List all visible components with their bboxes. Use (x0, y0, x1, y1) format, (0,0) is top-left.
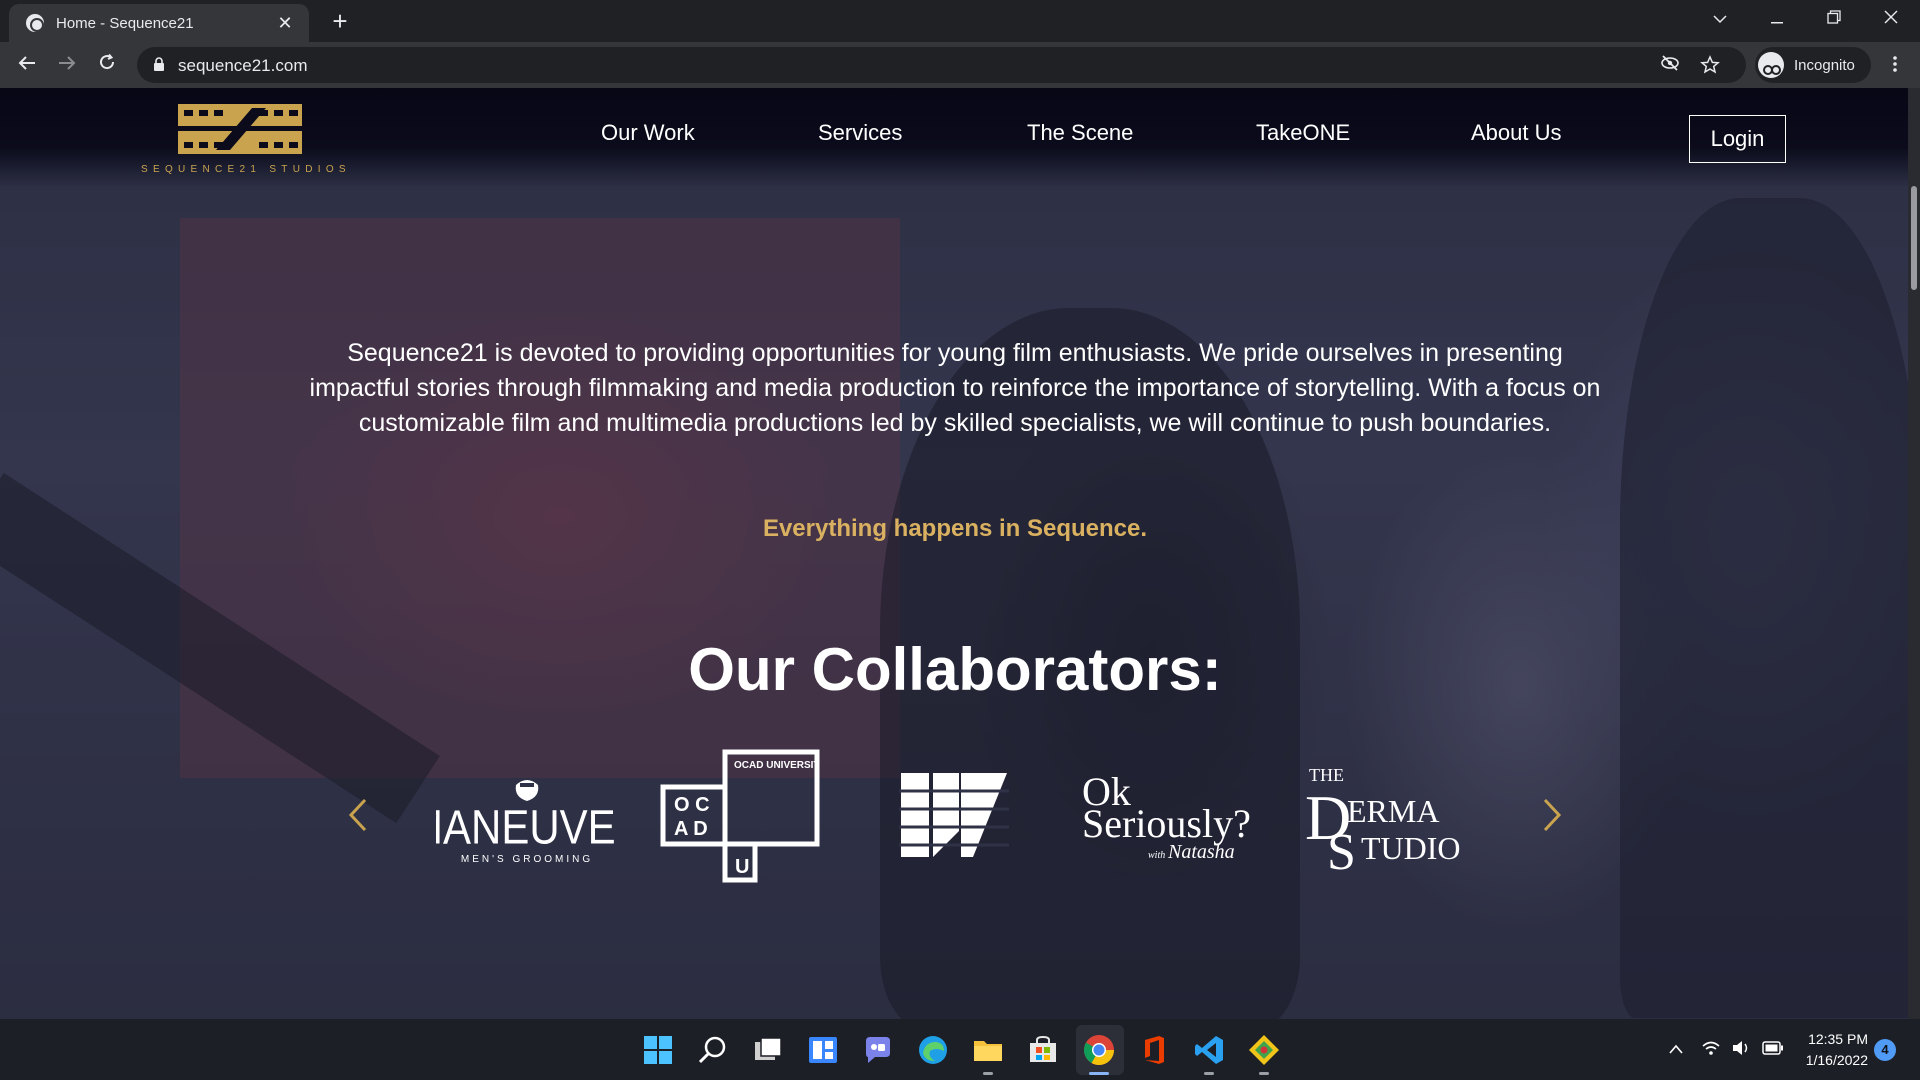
teams-chat-icon[interactable] (861, 1033, 895, 1067)
file-explorer-running-indicator (983, 1072, 993, 1075)
page-scrollbar[interactable] (1908, 88, 1920, 1019)
reload-icon (100, 53, 115, 70)
new-tab-button[interactable]: + (325, 6, 355, 36)
arrow-right-icon (59, 56, 76, 70)
git-gui-icon[interactable] (1247, 1033, 1281, 1067)
battery-icon[interactable] (1762, 1041, 1784, 1055)
tab-title: Home - Sequence21 (56, 14, 194, 32)
vscode-running-indicator (1204, 1072, 1214, 1075)
task-view-icon[interactable] (751, 1033, 785, 1067)
microsoft-store-icon[interactable] (1026, 1033, 1060, 1067)
tab-close-icon[interactable]: ✕ (273, 13, 297, 34)
svg-text:Natasha: Natasha (1167, 841, 1235, 863)
tab-search-button[interactable] (1695, 4, 1745, 36)
browser-tab-strip: Home - Sequence21 ✕ + (0, 0, 1920, 42)
minimize-button[interactable] (1752, 4, 1802, 36)
globe-icon (26, 14, 44, 32)
logo-wordmark[interactable]: SEQUENCE21 STUDIOS (141, 164, 351, 175)
carousel-prev-arrow-icon[interactable] (343, 795, 373, 835)
git-running-indicator (1259, 1072, 1269, 1075)
collaborators-heading: Our Collaborators: (688, 636, 1222, 703)
page-viewport: SEQUENCE21 STUDIOS Our Work Services The… (0, 88, 1908, 1019)
ocad-university-logo[interactable]: OCAD UNIVERSITY O C A D U (660, 749, 820, 883)
close-window-button[interactable] (1866, 4, 1916, 36)
browser-menu-button[interactable] (1880, 49, 1910, 81)
intro-paragraph: Sequence21 is devoted to providing oppor… (309, 339, 1601, 437)
taskbar-clock[interactable]: 12:35 PM 1/16/2022 (1796, 1029, 1868, 1071)
url-text[interactable]: sequence21.com (178, 56, 307, 76)
chevron-down-icon (1713, 15, 1727, 24)
svg-text:with: with (1148, 850, 1165, 861)
vscode-icon[interactable] (1192, 1033, 1226, 1067)
carousel-next-arrow-icon[interactable] (1537, 795, 1567, 835)
svg-text:Seriously?: Seriously? (1082, 801, 1251, 846)
login-button[interactable]: Login (1689, 115, 1786, 163)
minimize-icon (1771, 22, 1783, 24)
tagline: Everything happens in Sequence. (762, 515, 1148, 542)
svg-text:O C: O C (674, 794, 710, 816)
svg-text:MEN'S GROOMING: MEN'S GROOMING (461, 854, 593, 865)
nav-about-us[interactable]: About Us (1471, 120, 1562, 146)
file-explorer-icon[interactable] (971, 1033, 1005, 1067)
notification-badge[interactable]: 4 (1874, 1039, 1896, 1061)
restore-icon (1827, 10, 1841, 24)
edge-browser-icon[interactable] (916, 1033, 950, 1067)
bookmark-star-icon[interactable] (1700, 55, 1720, 75)
site-header: SEQUENCE21 STUDIOS Our Work Services The… (0, 88, 1908, 188)
close-icon (1884, 10, 1898, 24)
windows-taskbar: 12:35 PM 1/16/2022 4 (0, 1019, 1920, 1080)
widgets-icon[interactable] (806, 1033, 840, 1067)
volume-icon[interactable] (1731, 1040, 1751, 1056)
office-icon[interactable] (1137, 1033, 1171, 1067)
incognito-icon (1758, 52, 1784, 78)
svg-text:TUDIO: TUDIO (1361, 830, 1461, 866)
nv-logo[interactable] (899, 771, 1009, 861)
clock-date: 1/16/2022 (1805, 1052, 1868, 1068)
svg-text:S: S (1327, 824, 1356, 879)
back-button[interactable] (11, 49, 43, 81)
svg-text:ERMA: ERMA (1347, 793, 1439, 829)
wifi-icon[interactable] (1701, 1040, 1721, 1056)
hero-overlay (0, 88, 1908, 1019)
address-bar[interactable]: sequence21.com (137, 47, 1746, 83)
windows-start-icon[interactable] (641, 1033, 675, 1067)
svg-text:A D: A D (674, 818, 708, 840)
incognito-profile-button[interactable]: Incognito (1755, 47, 1871, 83)
restore-button[interactable] (1809, 4, 1859, 36)
chrome-icon[interactable] (1082, 1033, 1116, 1067)
svg-text:MANEUVER: MANEUVER (436, 800, 618, 854)
nav-services[interactable]: Services (818, 120, 902, 146)
nav-takeone[interactable]: TakeONE (1256, 120, 1350, 146)
sequence21-logo[interactable] (138, 102, 338, 172)
more-vert-icon (1893, 56, 1897, 72)
svg-text:U: U (735, 856, 749, 878)
incognito-label: Incognito (1794, 56, 1855, 74)
arrow-left-icon (18, 56, 35, 70)
nav-our-work[interactable]: Our Work (601, 120, 695, 146)
browser-toolbar: sequence21.com Incognito (0, 42, 1920, 88)
ok-seriously-logo[interactable]: Ok Seriously? with Natasha (1080, 765, 1260, 865)
eye-slash-icon[interactable] (1660, 55, 1680, 75)
search-icon[interactable] (696, 1033, 730, 1067)
browser-tab-active[interactable]: Home - Sequence21 ✕ (9, 4, 309, 42)
derma-studio-logo[interactable]: THE D ERMA S TUDIO (1305, 759, 1465, 879)
chevron-up-icon[interactable] (1668, 1043, 1684, 1055)
clock-time: 12:35 PM (1808, 1031, 1868, 1047)
chrome-running-indicator (1089, 1072, 1109, 1075)
reload-button[interactable] (91, 49, 123, 81)
maneuver-logo[interactable]: MANEUVER MEN'S GROOMING (436, 771, 618, 871)
forward-button[interactable] (51, 49, 83, 81)
scrollbar-thumb[interactable] (1911, 186, 1917, 290)
svg-text:OCAD UNIVERSITY: OCAD UNIVERSITY (734, 760, 820, 771)
lock-icon[interactable] (153, 57, 165, 71)
nav-the-scene[interactable]: The Scene (1027, 120, 1133, 146)
